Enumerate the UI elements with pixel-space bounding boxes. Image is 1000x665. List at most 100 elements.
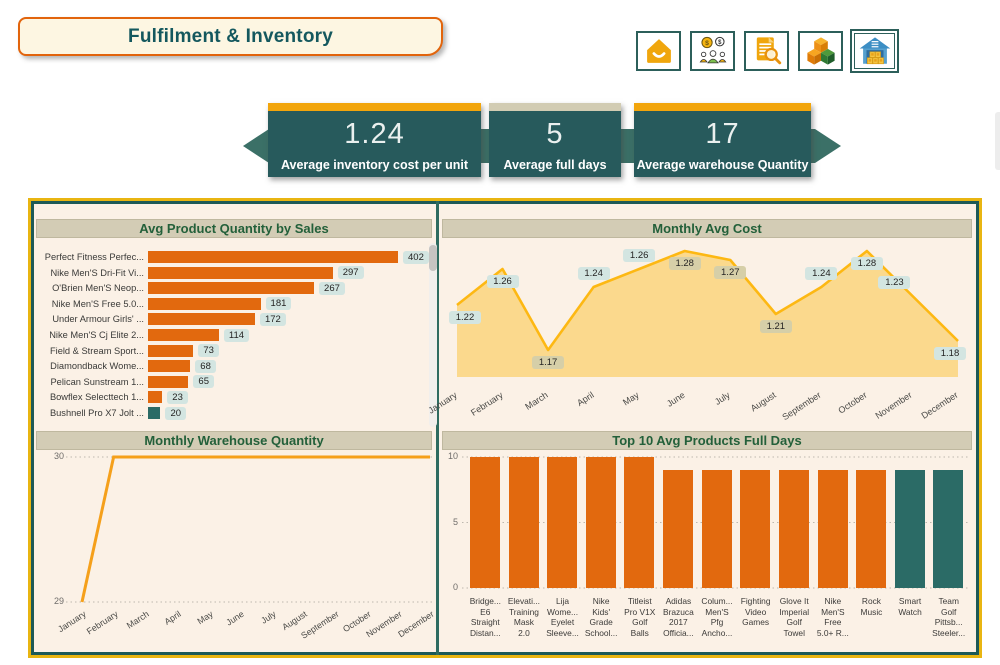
data-point-label: 1.21 — [759, 320, 792, 333]
warehouse-icon — [859, 37, 890, 65]
bar[interactable] — [148, 251, 398, 263]
home-icon — [646, 39, 671, 63]
bar-row: Bowflex Selecttech 1... 23 — [36, 390, 437, 404]
bar[interactable] — [894, 470, 925, 588]
bar[interactable] — [148, 297, 261, 310]
bar-row: Nike Men'S Dri-Fit Vi... 297 — [36, 266, 437, 280]
bar[interactable] — [856, 470, 887, 588]
nav-button-report-search[interactable] — [744, 31, 789, 71]
bar[interactable] — [508, 457, 539, 588]
area-chart-svg[interactable] — [440, 238, 975, 383]
chart-header-avg-product-quantity: Avg Product Quantity by Sales — [36, 219, 432, 238]
bar-row: Perfect Fitness Perfec... 402 — [36, 250, 437, 264]
bar[interactable] — [624, 457, 655, 588]
bar[interactable] — [148, 391, 163, 404]
customers-coins-icon: $ $ — [699, 36, 726, 64]
kpi-card-avg-full-days: 5 Average full days — [489, 103, 621, 177]
bar-value-label: 68 — [195, 359, 216, 373]
data-point-label: 1.24 — [577, 267, 610, 280]
bar-category-label: Under Armour Girls' ... — [52, 314, 144, 325]
chart-title: Monthly Avg Cost — [652, 221, 762, 236]
nav-button-customers[interactable]: $ $ — [690, 31, 735, 71]
x-axis-label: November — [873, 389, 915, 421]
products-boxes-icon — [806, 37, 835, 65]
svg-text:$: $ — [705, 40, 709, 47]
scrollbar-thumb[interactable] — [429, 245, 437, 271]
x-axis-label: July — [713, 389, 732, 407]
bar[interactable] — [148, 344, 194, 357]
bar[interactable] — [148, 329, 219, 341]
bar-row: Pelican Sunstream 1... 65 — [36, 375, 437, 389]
x-axis-label: May — [621, 389, 641, 408]
data-point-label: 1.28 — [850, 257, 883, 270]
report-search-icon — [756, 37, 781, 65]
bar[interactable] — [148, 313, 255, 326]
bar[interactable] — [148, 407, 161, 419]
x-axis-label: March — [523, 389, 550, 412]
bar-category-label: Team Golf Pittsb... Steeler... — [932, 596, 966, 638]
nav-button-warehouse[interactable] — [850, 29, 899, 73]
bar-value-label: 65 — [193, 375, 214, 389]
x-axis-label: June — [664, 389, 687, 409]
bar-category-label: Field & Stream Sport... — [49, 345, 144, 356]
x-axis-label: September — [780, 389, 824, 423]
nav-button-products[interactable] — [798, 31, 843, 71]
chart-title: Monthly Warehouse Quantity — [144, 433, 324, 448]
bar-value-label: 20 — [165, 406, 187, 420]
bar-row: Diamondback Wome... 68 — [36, 359, 437, 373]
bar[interactable] — [148, 266, 333, 279]
page-title: Fulfilment & Inventory — [128, 25, 333, 47]
bar-category-label: O'Brien Men'S Neop... — [52, 283, 144, 294]
chart-monthly-avg-cost[interactable]: 1.22 1.26 1.17 1.24 1.26 1.28 1.27 1.21 1.24 1.28… — [426, 238, 975, 428]
bar-row: O'Brien Men'S Neop... 267 — [36, 281, 437, 295]
bar[interactable] — [470, 457, 500, 588]
bar[interactable] — [817, 470, 848, 588]
chart-avg-product-quantity-by-sales[interactable]: Perfect Fitness Perfec... 402 Nike Men'S D… — [36, 242, 437, 428]
bar[interactable] — [148, 360, 191, 373]
scrollbar-track[interactable] — [429, 243, 437, 427]
bar[interactable] — [547, 457, 578, 588]
chart-top10-avg-products-full-days[interactable]: 0 5 10 Bridge... E6 Straight Distan... Eleva… — [442, 450, 972, 655]
bar-row: Nike Men'S Cj Elite 2... 114 — [36, 328, 437, 342]
bar-value-label: 297 — [337, 266, 364, 280]
data-point-label: 1.28 — [668, 257, 701, 270]
y-axis-label: 5 — [452, 516, 458, 527]
chart-monthly-warehouse-quantity[interactable]: 30 29 January February March April May June July… — [36, 450, 437, 655]
bar-category-label: Bushnell Pro X7 Jolt ... — [49, 408, 144, 418]
kpi-label: Average full days — [503, 158, 607, 172]
bar[interactable] — [778, 470, 809, 588]
data-point-label: 1.18 — [934, 347, 966, 360]
kpi-card-avg-warehouse-quantity: 17 Average warehouse Quantity — [634, 103, 811, 177]
bar-category-label: Pelican Sunstream 1... — [50, 376, 144, 387]
dashboard-page: Fulfilment & Inventory $ $ 1.24 Average … — [0, 0, 1000, 665]
bar-value-label: 114 — [223, 328, 250, 342]
bar-row: Field & Stream Sport... 73 — [36, 344, 437, 358]
y-axis-label: 0 — [452, 582, 458, 592]
chart-header-monthly-warehouse-quantity: Monthly Warehouse Quantity — [36, 431, 432, 450]
line-series — [80, 455, 430, 603]
kpi-value: 17 — [705, 118, 740, 150]
kpi-card-avg-inventory-cost: 1.24 Average inventory cost per unit — [268, 103, 481, 177]
kpi-accent-bar — [268, 103, 481, 111]
bar[interactable] — [148, 282, 315, 295]
bar[interactable] — [585, 457, 616, 588]
nav-button-home[interactable] — [636, 31, 681, 71]
bar[interactable] — [701, 470, 732, 588]
bar-category-label: Perfect Fitness Perfec... — [44, 252, 144, 262]
bar-value-label: 181 — [265, 297, 292, 311]
bar[interactable] — [148, 375, 189, 388]
kpi-label: Average warehouse Quantity — [636, 158, 809, 172]
bar[interactable] — [933, 470, 964, 588]
bar-value-label: 23 — [167, 390, 188, 404]
chart-header-top10-full-days: Top 10 Avg Products Full Days — [442, 431, 972, 450]
kpi-label: Average inventory cost per unit — [280, 158, 469, 172]
data-point-label: 1.26 — [623, 249, 656, 262]
page-nav-chevron — [995, 112, 1000, 170]
chart-header-monthly-avg-cost: Monthly Avg Cost — [442, 219, 972, 238]
line-chart-svg[interactable] — [36, 450, 437, 610]
data-point-label: 1.27 — [714, 266, 747, 279]
bar[interactable] — [740, 470, 771, 588]
bar[interactable] — [663, 470, 694, 588]
kpi-value: 1.24 — [344, 118, 405, 150]
y-axis-label: 29 — [53, 596, 64, 606]
